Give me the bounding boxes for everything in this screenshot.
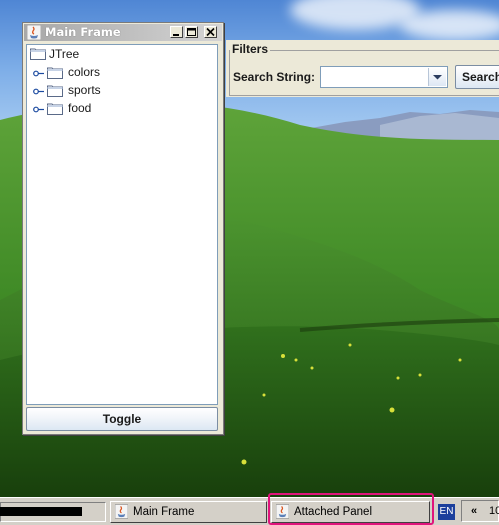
main-frame-window: Main Frame JTree colors sports food Togg… xyxy=(22,22,224,435)
language-indicator[interactable]: EN xyxy=(438,504,455,520)
close-icon xyxy=(206,27,215,37)
taskbar-item-attached-panel[interactable]: Attached Panel xyxy=(271,501,430,523)
taskbar-item-label: Attached Panel xyxy=(294,506,373,518)
expand-handle-icon[interactable] xyxy=(33,105,45,114)
folder-open-icon xyxy=(30,48,46,60)
search-combo-box[interactable] xyxy=(320,66,448,88)
maximize-icon xyxy=(187,28,196,36)
taskbar-item-label: Main Frame xyxy=(133,506,195,518)
toggle-button[interactable]: Toggle xyxy=(26,407,218,431)
expand-handle-icon[interactable] xyxy=(33,69,45,78)
window-title: Main Frame xyxy=(45,25,121,39)
search-string-label: Search String: xyxy=(233,70,316,84)
taskbar: Main Frame Attached Panel xyxy=(0,497,499,525)
tray-expand-button[interactable]: « xyxy=(471,501,477,521)
folder-icon xyxy=(47,103,63,115)
redacted-bar xyxy=(0,507,82,516)
close-button[interactable] xyxy=(204,26,217,38)
java-icon xyxy=(115,504,128,519)
jtree-panel[interactable]: JTree colors sports food xyxy=(26,44,218,405)
java-icon xyxy=(27,25,41,40)
folder-icon xyxy=(47,85,63,97)
tree-node-sports[interactable]: sports xyxy=(68,81,101,99)
search-input[interactable] xyxy=(321,67,435,87)
java-icon xyxy=(276,504,289,519)
system-tray: « 10 xyxy=(461,500,499,522)
maximize-button[interactable] xyxy=(185,26,198,38)
chevron-down-icon xyxy=(433,75,442,80)
filters-legend: Filters xyxy=(230,42,271,56)
filters-panel: Filters Search String: Search xyxy=(226,40,499,97)
minimize-button[interactable] xyxy=(170,26,183,38)
minimize-icon xyxy=(173,34,179,36)
tree-node-food[interactable]: food xyxy=(68,99,91,117)
folder-icon xyxy=(47,67,63,79)
title-bar[interactable]: Main Frame xyxy=(24,24,222,41)
combo-dropdown-button[interactable] xyxy=(428,68,446,86)
clock[interactable]: 10 xyxy=(489,501,499,521)
search-button[interactable]: Search xyxy=(455,65,499,89)
taskbar-item-main-frame[interactable]: Main Frame xyxy=(110,501,267,523)
expand-handle-icon[interactable] xyxy=(33,87,45,96)
tree-node-colors[interactable]: colors xyxy=(68,63,100,81)
tree-node-root[interactable]: JTree xyxy=(49,45,79,63)
